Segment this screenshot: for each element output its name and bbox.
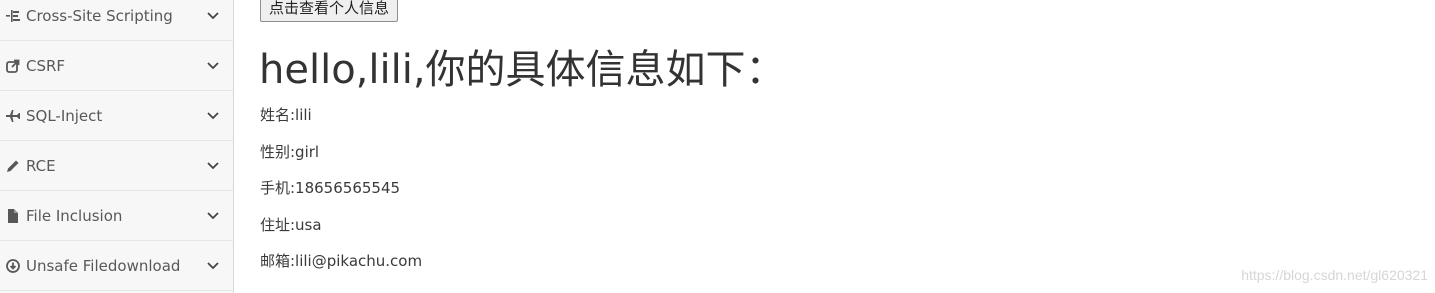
sidebar: Cross-Site Scripting CSRF SQL-Inject RCE… bbox=[0, 0, 234, 293]
watermark: https://blog.csdn.net/gl620321 bbox=[1241, 267, 1428, 283]
sidebar-item-label: RCE bbox=[26, 157, 56, 175]
sidebar-item-sql-inject[interactable]: SQL-Inject bbox=[0, 92, 234, 141]
sidebar-item-label: SQL-Inject bbox=[26, 107, 103, 125]
chevron-down-icon bbox=[206, 59, 220, 73]
chevron-down-icon bbox=[206, 109, 220, 123]
info-address: 住址:usa bbox=[260, 216, 322, 234]
file-icon bbox=[5, 208, 21, 224]
view-personal-info-button[interactable]: 点击查看个人信息 bbox=[260, 0, 399, 22]
sidebar-item-label: Cross-Site Scripting bbox=[26, 7, 173, 25]
sidebar-item-label: CSRF bbox=[26, 57, 66, 75]
download-circle-icon bbox=[5, 258, 21, 274]
sidebar-item-file-inclusion[interactable]: File Inclusion bbox=[0, 192, 234, 241]
info-email: 邮箱:lili@pikachu.com bbox=[260, 252, 423, 270]
page-title: hello,lili,你的具体信息如下： bbox=[259, 47, 786, 93]
chevron-down-icon bbox=[206, 259, 220, 273]
sidebar-item-label: Unsafe Filedownload bbox=[26, 257, 181, 275]
sidebar-item-csrf[interactable]: CSRF bbox=[0, 42, 234, 91]
chevron-down-icon bbox=[206, 9, 220, 23]
sidebar-item-label: File Inclusion bbox=[26, 207, 123, 225]
chevron-down-icon bbox=[206, 159, 220, 173]
pencil-icon bbox=[5, 158, 21, 174]
sidebar-item-unsafe-filedownload[interactable]: Unsafe Filedownload bbox=[0, 242, 234, 291]
info-gender: 性别:girl bbox=[260, 143, 320, 161]
info-name: 姓名:lili bbox=[260, 106, 312, 124]
share-square-icon bbox=[5, 58, 21, 74]
list-tree-icon bbox=[5, 8, 21, 24]
info-phone: 手机:18656565545 bbox=[260, 179, 401, 197]
chevron-down-icon bbox=[206, 209, 220, 223]
sidebar-item-cross-site-scripting[interactable]: Cross-Site Scripting bbox=[0, 0, 234, 41]
plane-icon bbox=[5, 108, 21, 124]
sidebar-item-rce[interactable]: RCE bbox=[0, 142, 234, 191]
